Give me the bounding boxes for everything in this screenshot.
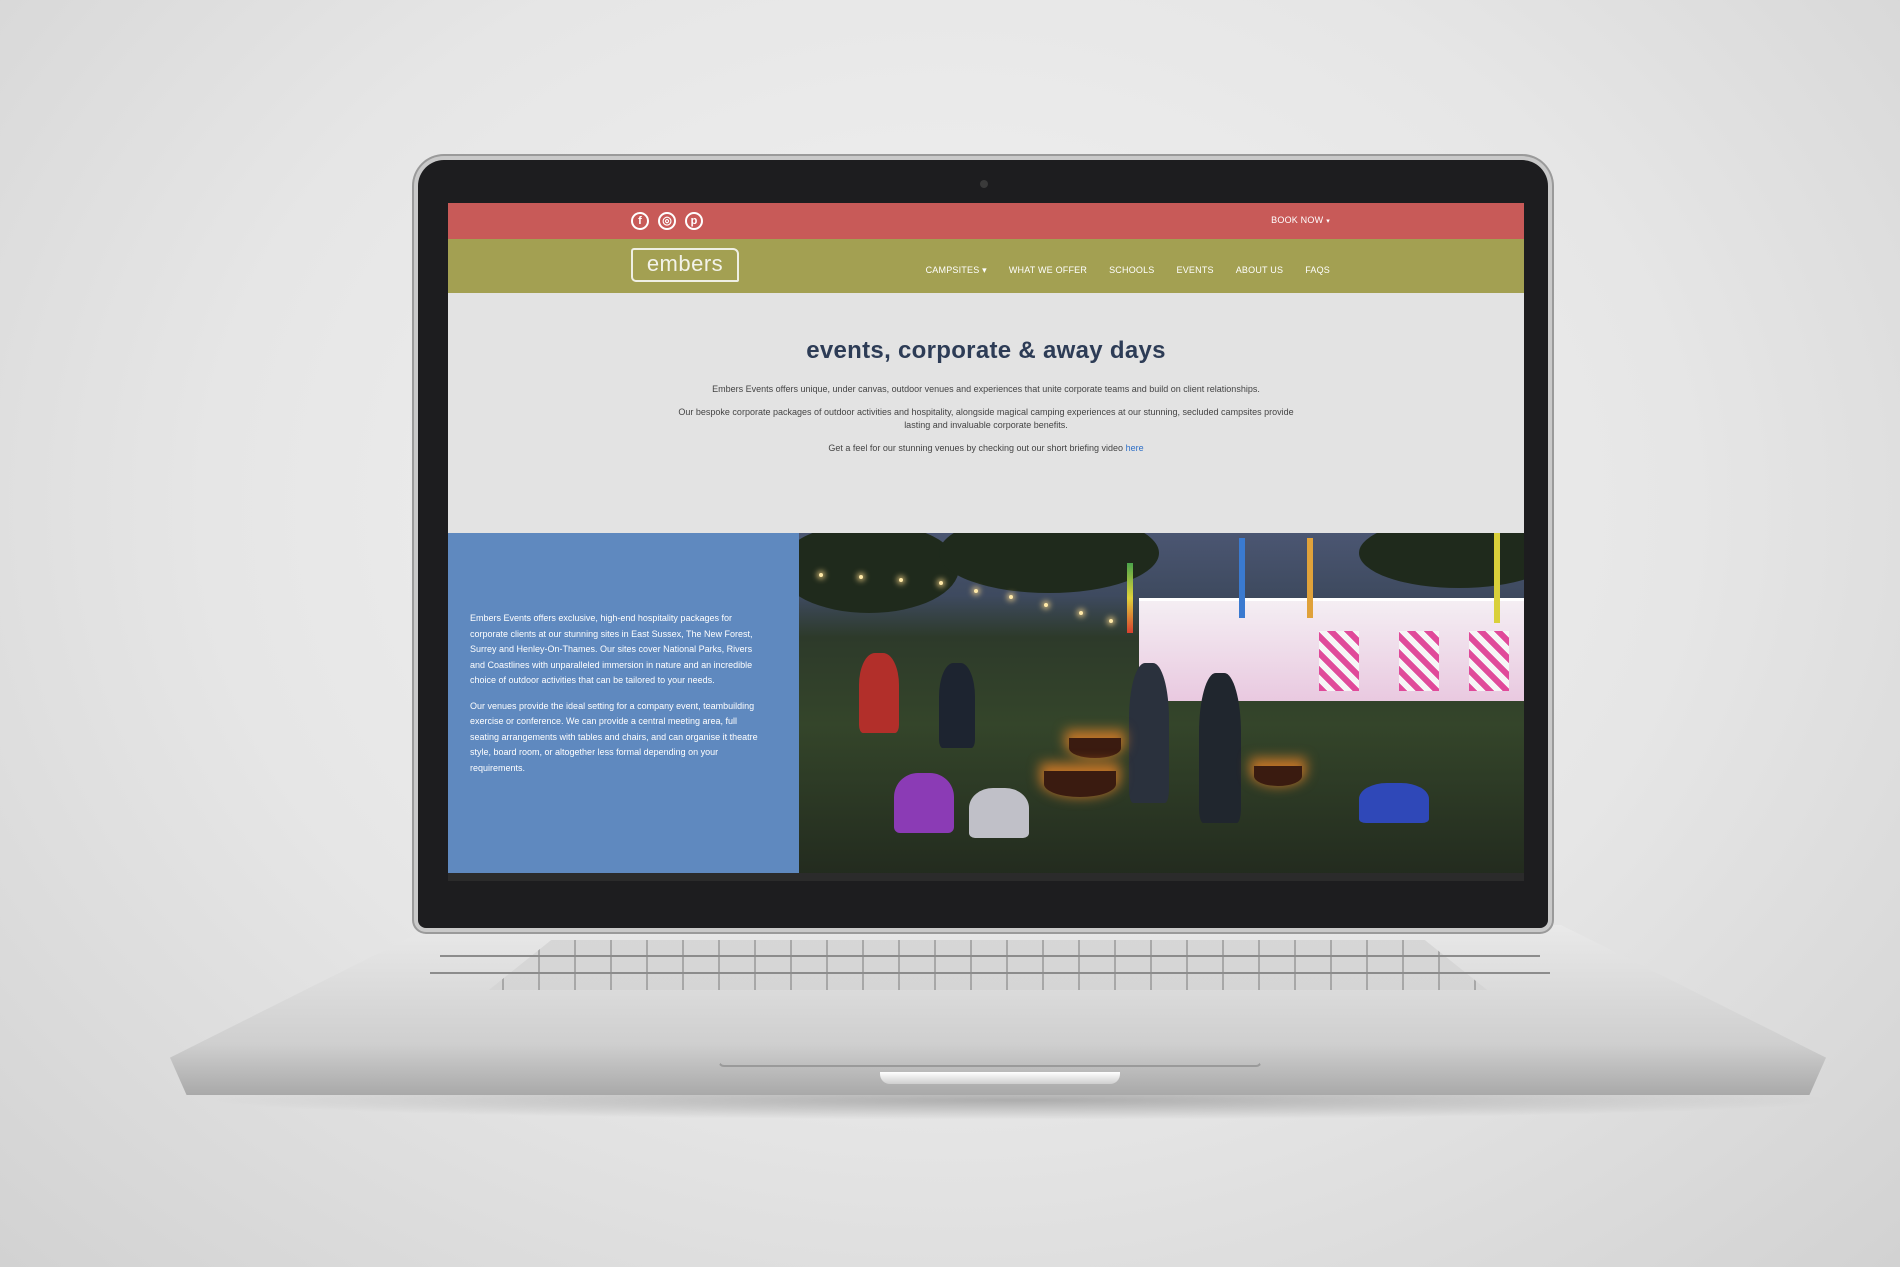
chevron-down-icon: ▾ <box>1326 218 1330 225</box>
fire-pit <box>1044 771 1116 797</box>
keyboard-row <box>430 972 1550 974</box>
person-silhouette <box>1199 673 1241 823</box>
tent-decoration <box>1469 631 1509 691</box>
top-bar: f ◎ p BOOK NOW ▾ <box>448 203 1524 239</box>
tree-shape <box>799 533 959 613</box>
festoon-light <box>819 573 823 577</box>
festoon-light <box>899 578 903 582</box>
festival-flag <box>1239 538 1245 618</box>
nav-item-what-we-offer[interactable]: WHAT WE OFFER <box>1009 265 1087 276</box>
festival-flag <box>1127 563 1133 633</box>
intro-paragraph: lasting and invaluable corporate benefit… <box>904 420 1068 430</box>
video-link[interactable]: here <box>1126 443 1144 453</box>
nav-label: CAMPSITES <box>925 265 980 275</box>
nav-item-faqs[interactable]: FAQS <box>1305 265 1330 276</box>
festoon-light <box>859 575 863 579</box>
laptop-keyboard <box>488 940 1488 990</box>
page-title: events, corporate & away days <box>806 337 1166 364</box>
tent-decoration <box>1319 631 1359 691</box>
beanbag <box>1359 783 1429 823</box>
person-silhouette <box>894 773 954 833</box>
book-now-button[interactable]: BOOK NOW ▾ <box>1271 215 1330 225</box>
instagram-icon[interactable]: ◎ <box>658 212 676 230</box>
webcam-icon <box>980 180 988 188</box>
chevron-down-icon: ▾ <box>979 265 987 275</box>
festival-flag <box>1494 533 1500 623</box>
laptop-notch <box>880 1072 1120 1084</box>
person-silhouette <box>859 653 899 733</box>
laptop-screen: f ◎ p BOOK NOW ▾ embers CAMPSITES ▾ WHAT … <box>448 203 1524 881</box>
keyboard-row <box>440 955 1540 957</box>
person-silhouette <box>1129 663 1169 803</box>
festoon-light <box>1044 603 1048 607</box>
feature-paragraph: Embers Events offers exclusive, high-end… <box>470 613 753 685</box>
laptop-trackpad <box>718 995 1262 1067</box>
intro-paragraph: Embers Events offers unique, under canva… <box>712 384 1260 394</box>
nav-item-about-us[interactable]: ABOUT US <box>1236 265 1283 276</box>
festoon-light <box>1079 611 1083 615</box>
tent-decoration <box>1399 631 1439 691</box>
feature-panel: Embers Events offers exclusive, high-end… <box>448 533 799 881</box>
laptop-chin <box>448 881 1524 919</box>
pinterest-icon[interactable]: p <box>685 212 703 230</box>
fire-pit <box>1069 738 1121 758</box>
person-silhouette <box>969 788 1029 838</box>
festoon-light <box>1109 619 1113 623</box>
fire-pit <box>1254 766 1302 786</box>
nav-item-campsites[interactable]: CAMPSITES ▾ <box>926 265 987 276</box>
nav-item-events[interactable]: EVENTS <box>1177 265 1214 276</box>
main-nav: CAMPSITES ▾ WHAT WE OFFER SCHOOLS EVENTS… <box>926 265 1330 276</box>
marquee-tent <box>1139 598 1524 701</box>
festoon-light <box>974 589 978 593</box>
embers-logo[interactable]: embers <box>631 248 739 282</box>
intro-paragraph: Get a feel for our stunning venues by ch… <box>448 440 1524 456</box>
gallery-strip <box>448 873 1524 881</box>
book-now-label: BOOK NOW <box>1271 215 1324 225</box>
feature-paragraph: Our venues provide the ideal setting for… <box>470 700 758 773</box>
festival-flag <box>1307 538 1313 618</box>
person-silhouette <box>939 663 975 748</box>
tree-shape <box>939 533 1159 593</box>
facebook-icon[interactable]: f <box>631 212 649 230</box>
nav-item-schools[interactable]: SCHOOLS <box>1109 265 1154 276</box>
festoon-light <box>1009 595 1013 599</box>
festoon-light <box>939 581 943 585</box>
video-text: Get a feel for our stunning venues by ch… <box>828 443 1126 453</box>
campsite-evening-photo <box>799 533 1524 881</box>
